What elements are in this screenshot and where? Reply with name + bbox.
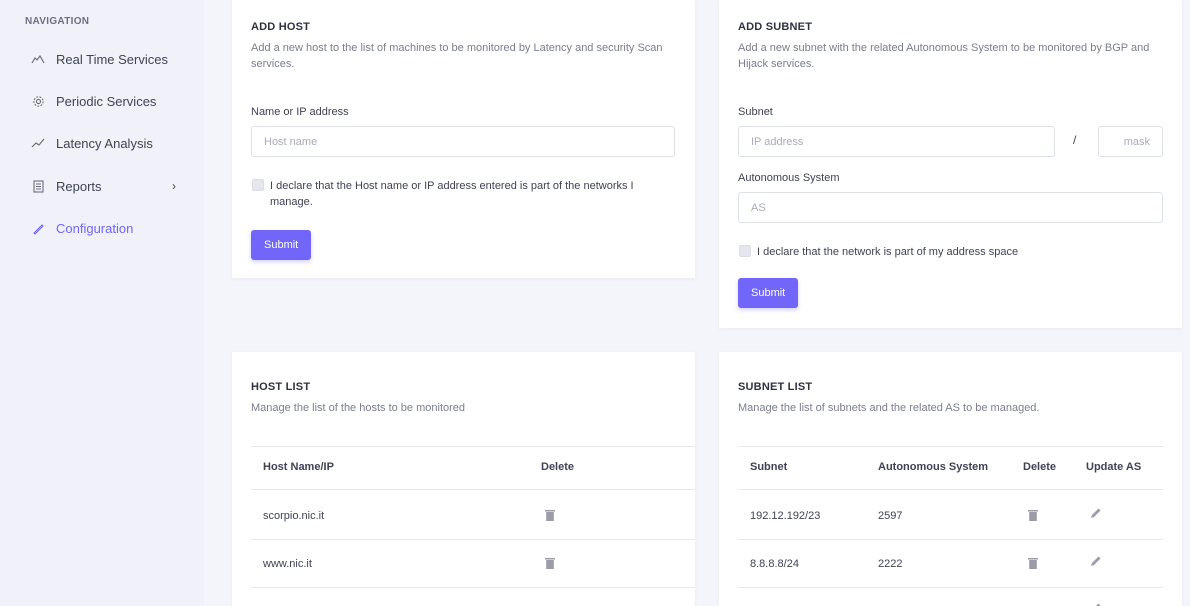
nav-heading: NAVIGATION	[25, 16, 90, 27]
subnet-declare-label: I declare that the network is part of my…	[757, 246, 1019, 258]
add-subnet-card: ADD SUBNET Add a new subnet with the rel…	[719, 0, 1182, 328]
host-declare-checkbox[interactable]	[252, 179, 264, 191]
trash-icon[interactable]	[1028, 509, 1038, 521]
sidebar-item-label: Real Time Services	[56, 51, 168, 67]
subnet-mask-input[interactable]	[1098, 126, 1163, 157]
trash-icon[interactable]	[545, 557, 555, 569]
as-cell: 2597	[878, 510, 903, 522]
subnet-field-label: Subnet	[738, 106, 773, 118]
document-icon	[30, 178, 46, 194]
chevron-right-icon: ›	[172, 179, 176, 193]
line-chart-icon	[30, 135, 46, 151]
add-subnet-title: ADD SUBNET	[738, 21, 813, 33]
sidebar-item-latency-analysis[interactable]: Latency Analysis	[30, 132, 190, 154]
column-header-delete: Delete	[1023, 461, 1057, 473]
subnet-cell: 192.12.192/23	[750, 510, 821, 522]
table-divider	[738, 489, 1163, 490]
as-field-label: Autonomous System	[738, 172, 840, 184]
sidebar-item-label: Configuration	[56, 220, 134, 236]
subnet-list-title: SUBNET LIST	[738, 381, 813, 393]
as-input[interactable]	[738, 192, 1163, 223]
pencil-icon[interactable]	[1090, 555, 1102, 567]
sidebar: NAVIGATION Real Time Services Periodic S…	[0, 0, 204, 606]
subnet-ip-input[interactable]	[738, 126, 1055, 157]
table-divider	[251, 587, 695, 588]
pencil-icon[interactable]	[1090, 507, 1102, 519]
table-divider	[738, 446, 1163, 447]
as-cell: 2222	[878, 558, 903, 570]
sidebar-item-reports[interactable]: Reports ›	[30, 175, 190, 197]
gauge-icon	[30, 51, 46, 67]
host-name-input[interactable]	[251, 126, 675, 157]
column-header-host: Host Name/IP	[263, 461, 334, 473]
sidebar-item-configuration[interactable]: Configuration	[30, 217, 190, 239]
table-divider	[251, 539, 695, 540]
trash-icon[interactable]	[1028, 557, 1038, 569]
column-header-update-as: Update AS	[1086, 461, 1142, 473]
sidebar-item-label: Reports	[56, 178, 102, 194]
subnet-declare-checkbox[interactable]	[739, 245, 751, 257]
add-host-submit-button[interactable]: Submit	[251, 230, 312, 260]
add-host-title: ADD HOST	[251, 21, 311, 33]
add-host-card: ADD HOST Add a new host to the list of m…	[232, 0, 695, 278]
subnet-cell: 8.8.8.8/24	[750, 558, 799, 570]
sidebar-item-label: Latency Analysis	[56, 135, 153, 151]
host-list-title: HOST LIST	[251, 381, 311, 393]
gear-icon	[30, 93, 46, 109]
trash-icon[interactable]	[545, 509, 555, 521]
host-field-label: Name or IP address	[251, 106, 349, 118]
table-divider	[738, 587, 1163, 588]
subnet-list-card: SUBNET LIST Manage the list of subnets a…	[719, 352, 1182, 606]
sidebar-item-label: Periodic Services	[56, 93, 157, 109]
column-header-as: Autonomous System	[878, 461, 989, 473]
host-cell: scorpio.nic.it	[263, 510, 325, 522]
column-header-delete: Delete	[541, 461, 575, 473]
host-declare-label: I declare that the Host name or IP addre…	[270, 180, 634, 208]
sidebar-item-real-time-services[interactable]: Real Time Services	[30, 48, 190, 70]
sidebar-item-periodic-services[interactable]: Periodic Services	[30, 90, 190, 112]
add-subnet-description: Add a new subnet with the related Autono…	[738, 42, 1150, 70]
table-divider	[251, 489, 695, 490]
host-list-description: Manage the list of the hosts to be monit…	[251, 402, 466, 414]
pencil-icon[interactable]	[1090, 602, 1102, 606]
pencil-icon	[30, 220, 46, 236]
column-header-subnet: Subnet	[750, 461, 788, 473]
subnet-separator: /	[1073, 133, 1077, 147]
table-divider	[738, 539, 1163, 540]
host-cell: www.nic.it	[263, 558, 312, 570]
table-divider	[251, 446, 695, 447]
add-host-description: Add a new host to the list of machines t…	[251, 42, 663, 70]
add-subnet-submit-button[interactable]: Submit	[738, 278, 799, 308]
host-list-card: HOST LIST Manage the list of the hosts t…	[232, 352, 695, 606]
subnet-list-description: Manage the list of subnets and the relat…	[738, 402, 1040, 414]
